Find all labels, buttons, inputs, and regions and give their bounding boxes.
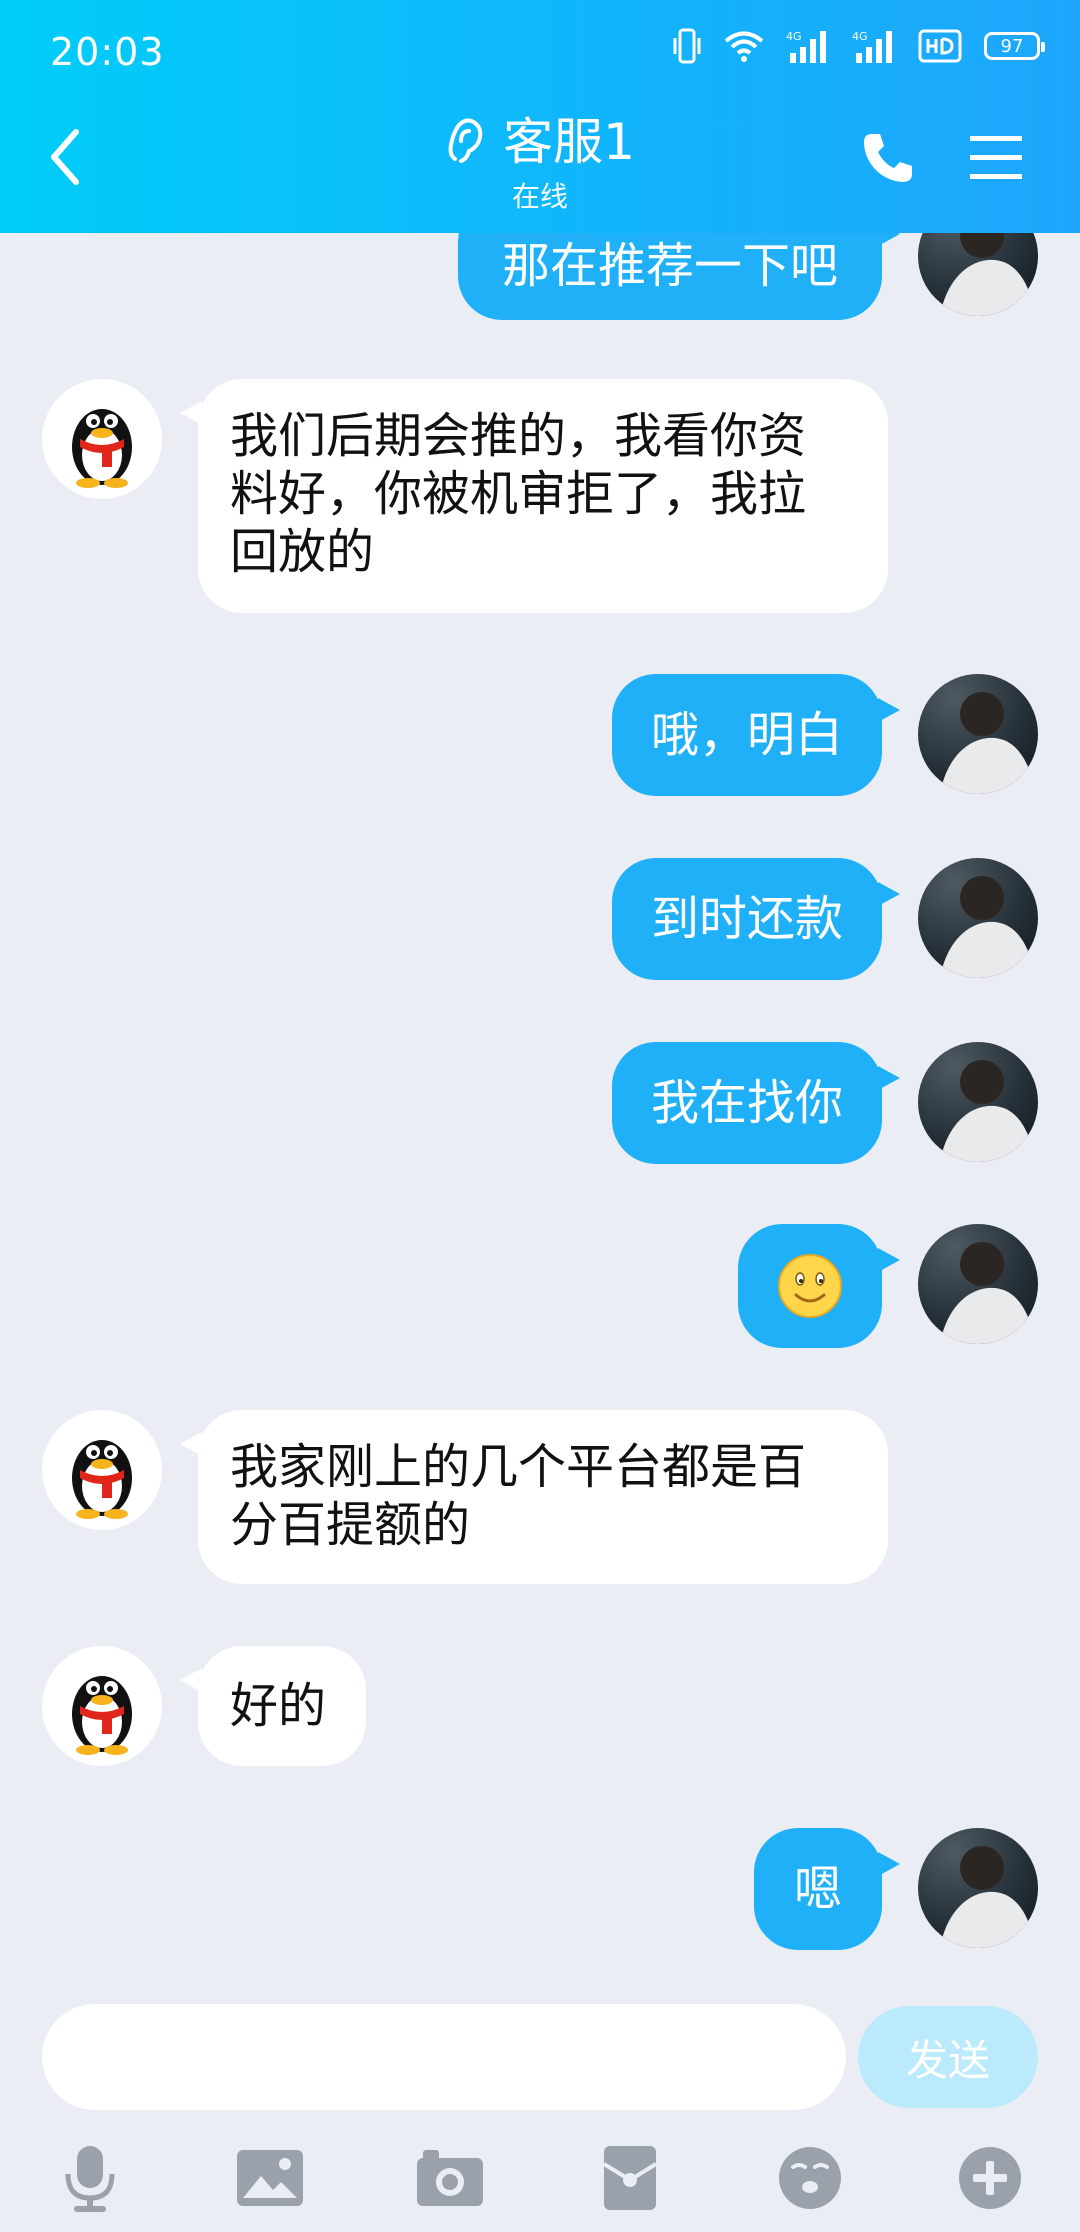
my-avatar[interactable] — [918, 674, 1038, 794]
user-photo — [940, 876, 1036, 978]
wifi-icon — [724, 31, 764, 62]
contact-name: 客服1 — [503, 113, 635, 171]
message-bubble-received[interactable]: 我家刚上的几个平台都是百 分百提额的 — [180, 1410, 888, 1584]
message-bubble-sent[interactable]: 嗯 — [754, 1828, 900, 1950]
battery-level: 97 — [1000, 35, 1024, 57]
chat-area[interactable]: 那在推荐一下吧 我们后期会推的，我看你资 料好，你被机审拒了，我拉 回放的 哦，… — [0, 0, 1080, 2232]
hd-icon — [918, 29, 962, 63]
network-type-label: 4G — [852, 30, 868, 43]
message-text: 嗯 — [793, 1861, 842, 1917]
my-avatar[interactable] — [918, 858, 1038, 978]
penguin-avatar-icon — [72, 1676, 132, 1755]
my-avatar[interactable] — [918, 1828, 1038, 1948]
plus-icon — [959, 2147, 1021, 2209]
message-text: 哦，明白 — [650, 707, 843, 763]
message-bubble-sent[interactable]: 到时还款 — [612, 858, 900, 980]
penguin-avatar-icon — [72, 1440, 132, 1519]
input-toolbar — [0, 2130, 1080, 2232]
user-photo — [940, 1060, 1036, 1162]
image-icon — [237, 2150, 303, 2206]
contact-status: 在线 — [511, 180, 568, 213]
user-photo — [940, 1846, 1036, 1948]
user-photo — [940, 692, 1036, 794]
red-packet-button[interactable] — [594, 2142, 666, 2214]
cell-signal-icon: 4G — [852, 30, 892, 63]
contact-avatar[interactable] — [42, 1410, 162, 1530]
emoji-icon — [779, 2147, 841, 2209]
network-type-label: 4G — [786, 30, 802, 43]
smile-emoji-icon — [778, 1254, 842, 1318]
message-bubble-received[interactable]: 好的 — [180, 1646, 366, 1766]
emoji-button[interactable] — [774, 2142, 846, 2214]
message-text-line: 料好，你被机审拒了，我拉 — [230, 466, 807, 522]
camera-icon — [417, 2150, 483, 2206]
message-bubble-received[interactable]: 我们后期会推的，我看你资 料好，你被机审拒了，我拉 回放的 — [180, 379, 888, 613]
image-button[interactable] — [234, 2142, 306, 2214]
ear-icon[interactable] — [445, 115, 485, 169]
message-bubble-sent[interactable] — [738, 1224, 900, 1348]
voice-button[interactable] — [54, 2142, 126, 2214]
microphone-icon — [65, 2146, 115, 2212]
message-text-line: 我们后期会推的，我看你资 — [230, 408, 807, 464]
chat-header: 20:03 4G 4G 97 客服1 在线 — [0, 0, 1080, 233]
my-avatar[interactable] — [918, 1042, 1038, 1162]
status-time: 20:03 — [50, 30, 165, 74]
message-text-line: 回放的 — [230, 524, 375, 580]
penguin-avatar-icon — [72, 409, 132, 488]
message-input[interactable] — [42, 2004, 846, 2110]
message-text-line: 分百提额的 — [230, 1497, 471, 1553]
vibrate-icon — [673, 28, 701, 64]
message-text-line: 我家刚上的几个平台都是百 — [230, 1439, 807, 1495]
contact-avatar[interactable] — [42, 1646, 162, 1766]
chat-title: 客服1 在线 — [0, 112, 1080, 215]
message-text: 好的 — [230, 1678, 327, 1734]
red-packet-icon — [602, 2146, 658, 2210]
camera-button[interactable] — [414, 2142, 486, 2214]
message-text: 那在推荐一下吧 — [501, 238, 838, 294]
status-icons: 4G 4G 97 — [672, 28, 1045, 64]
cell-signal-icon: 4G — [786, 30, 826, 63]
contact-avatar[interactable] — [42, 379, 162, 499]
battery-icon: 97 — [984, 32, 1045, 60]
menu-icon[interactable] — [968, 132, 1024, 184]
send-label: 发送 — [905, 2035, 990, 2085]
message-bubble-sent[interactable]: 我在找你 — [612, 1042, 900, 1164]
my-avatar[interactable] — [918, 1224, 1038, 1344]
phone-icon[interactable] — [858, 128, 918, 188]
message-bubble-sent[interactable]: 哦，明白 — [612, 674, 900, 796]
message-text: 到时还款 — [650, 891, 843, 947]
message-text: 我在找你 — [650, 1075, 843, 1131]
more-button[interactable] — [954, 2142, 1026, 2214]
send-button[interactable]: 发送 — [858, 2006, 1038, 2108]
user-photo — [940, 1242, 1036, 1344]
